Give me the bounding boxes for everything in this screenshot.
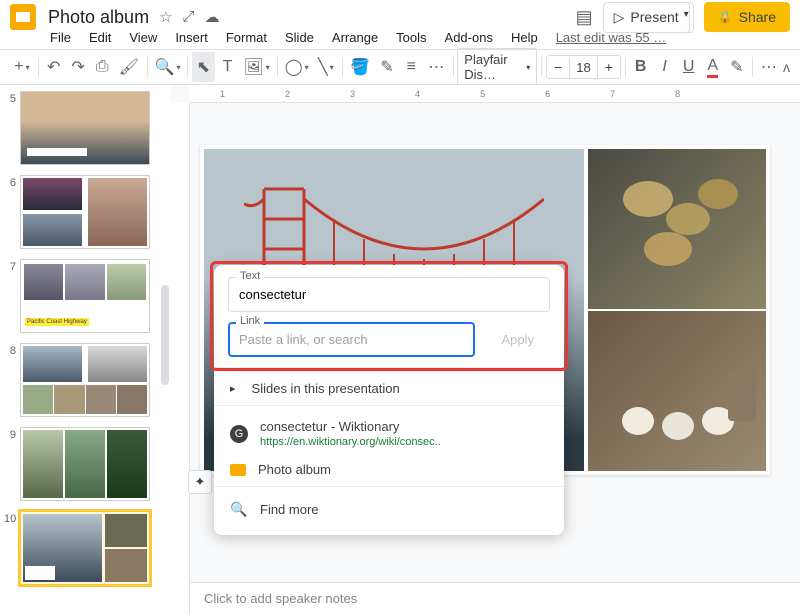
new-slide-button[interactable]: +	[10, 53, 34, 81]
slide-thumb-7[interactable]: Pacific Coast Highway	[20, 259, 150, 333]
suggestion-wiktionary[interactable]: G consectetur - Wiktionary https://en.wi…	[214, 412, 564, 455]
image-bottom-right[interactable]	[588, 311, 766, 471]
filmstrip[interactable]: 5 6 7 Pacific Coast Highway	[0, 85, 170, 614]
redo-button[interactable]: ↷	[67, 52, 89, 82]
text-color[interactable]: A	[702, 52, 724, 83]
doc-title[interactable]: Photo album	[48, 7, 149, 28]
menu-format[interactable]: Format	[226, 30, 267, 45]
comments-icon[interactable]: ▤	[576, 7, 593, 28]
text-label: Text	[236, 270, 264, 282]
zoom-button[interactable]: 🔍	[152, 52, 184, 82]
menu-help[interactable]: Help	[511, 30, 538, 45]
slide-num: 8	[4, 343, 20, 417]
highlight-color[interactable]: ✎	[726, 52, 748, 82]
app-icon[interactable]	[10, 4, 36, 30]
slide-num: 9	[4, 427, 20, 501]
share-button[interactable]: 🔒 Share	[704, 2, 790, 32]
menu-addons[interactable]: Add-ons	[445, 30, 493, 45]
filmstrip-scrollbar[interactable]	[161, 285, 169, 385]
undo-button[interactable]: ↶	[43, 52, 65, 82]
suggestion-photo-album[interactable]: Photo album	[214, 455, 564, 484]
textbox-tool[interactable]: T	[217, 53, 239, 81]
border-weight[interactable]: ≡	[400, 53, 422, 81]
border-dash[interactable]: ⋯	[424, 52, 448, 82]
print-button[interactable]: ⎙	[91, 53, 113, 81]
lock-icon: 🔒	[718, 10, 733, 24]
menu-arrange[interactable]: Arrange	[332, 30, 378, 45]
collapse-toolbar[interactable]: ʌ	[783, 59, 790, 75]
bold-button[interactable]: B	[630, 53, 652, 81]
speaker-notes[interactable]: Click to add speaker notes	[190, 582, 800, 614]
last-edit-link[interactable]: Last edit was 55 …	[556, 30, 667, 45]
underline-button[interactable]: U	[678, 53, 700, 81]
menu-tools[interactable]: Tools	[396, 30, 426, 45]
select-tool[interactable]: ⬉	[192, 52, 214, 82]
globe-icon: G	[230, 425, 248, 443]
link-dialog: Text Link Apply ▸ Slides in this present…	[214, 265, 564, 535]
font-decrease[interactable]: −	[547, 56, 569, 78]
move-icon[interactable]: ⤢	[183, 8, 195, 26]
ruler-vertical	[170, 103, 190, 614]
fill-color[interactable]: 🪣	[347, 52, 374, 82]
menu-insert[interactable]: Insert	[175, 30, 208, 45]
slide-num: 7	[4, 259, 20, 333]
ruler-horizontal: 12345678	[190, 85, 800, 103]
slide-num: 10	[4, 511, 20, 585]
menu-slide[interactable]: Slide	[285, 30, 314, 45]
shape-tool[interactable]: ◯	[281, 52, 311, 82]
star-icon[interactable]: ☆	[159, 8, 172, 26]
explore-button[interactable]: ✦	[188, 470, 212, 494]
slide-num: 6	[4, 175, 20, 249]
border-color[interactable]: ✎	[376, 52, 398, 82]
chevron-right-icon: ▸	[230, 382, 236, 395]
font-size[interactable]: 18	[569, 57, 597, 78]
link-label: Link	[236, 315, 264, 327]
menu-view[interactable]: View	[129, 30, 157, 45]
slide-thumb-9[interactable]	[20, 427, 150, 501]
slides-in-presentation[interactable]: ▸ Slides in this presentation	[214, 374, 564, 403]
present-dropdown[interactable]: ▾	[680, 2, 694, 33]
search-icon: 🔍	[230, 500, 248, 518]
present-button[interactable]: ▷ Present	[603, 2, 690, 33]
slide-num: 5	[4, 91, 20, 165]
text-input[interactable]	[228, 277, 550, 312]
more-button[interactable]: ⋯	[757, 52, 781, 82]
menu-edit[interactable]: Edit	[89, 30, 111, 45]
font-increase[interactable]: +	[598, 56, 620, 78]
image-tool[interactable]: 🖼	[241, 52, 273, 82]
slide-thumb-6[interactable]	[20, 175, 150, 249]
slide-thumb-8[interactable]	[20, 343, 150, 417]
font-select[interactable]: Playfair Dis…▾	[457, 48, 537, 86]
apply-button[interactable]: Apply	[485, 324, 550, 355]
paint-format-button[interactable]: 🖌	[115, 52, 143, 82]
slide-thumb-10[interactable]	[20, 511, 150, 585]
link-input[interactable]	[228, 322, 475, 357]
find-more[interactable]: 🔍 Find more	[214, 493, 564, 525]
cloud-icon[interactable]: ☁	[205, 8, 220, 26]
line-tool[interactable]: ╲	[314, 52, 338, 82]
play-icon: ▷	[614, 9, 625, 26]
slides-icon	[230, 464, 246, 476]
italic-button[interactable]: I	[654, 53, 676, 81]
image-top-right[interactable]	[588, 149, 766, 309]
slide-thumb-5[interactable]	[20, 91, 150, 165]
menu-file[interactable]: File	[50, 30, 71, 45]
